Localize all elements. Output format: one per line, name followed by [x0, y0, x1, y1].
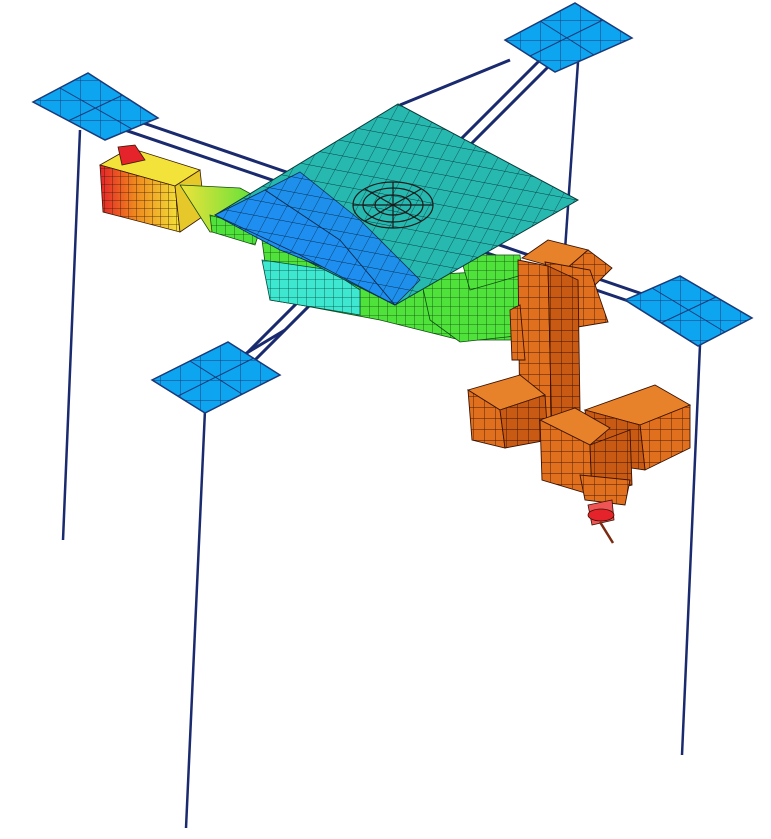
boom-back-link: [399, 58, 511, 107]
leg-front-left: [61, 129, 82, 541]
end-effector-tip: [598, 521, 615, 544]
solar-panel-back-left: [31, 72, 160, 141]
leg-back-right: [563, 61, 580, 251]
solar-panel-front-right: [623, 275, 754, 347]
fea-model-viewport: [0, 0, 771, 839]
deck-hub-disc: [352, 181, 434, 229]
leg-front: [184, 409, 207, 829]
solar-panel-back-right: [503, 2, 634, 73]
fea-mesh-render: [31, 2, 754, 829]
